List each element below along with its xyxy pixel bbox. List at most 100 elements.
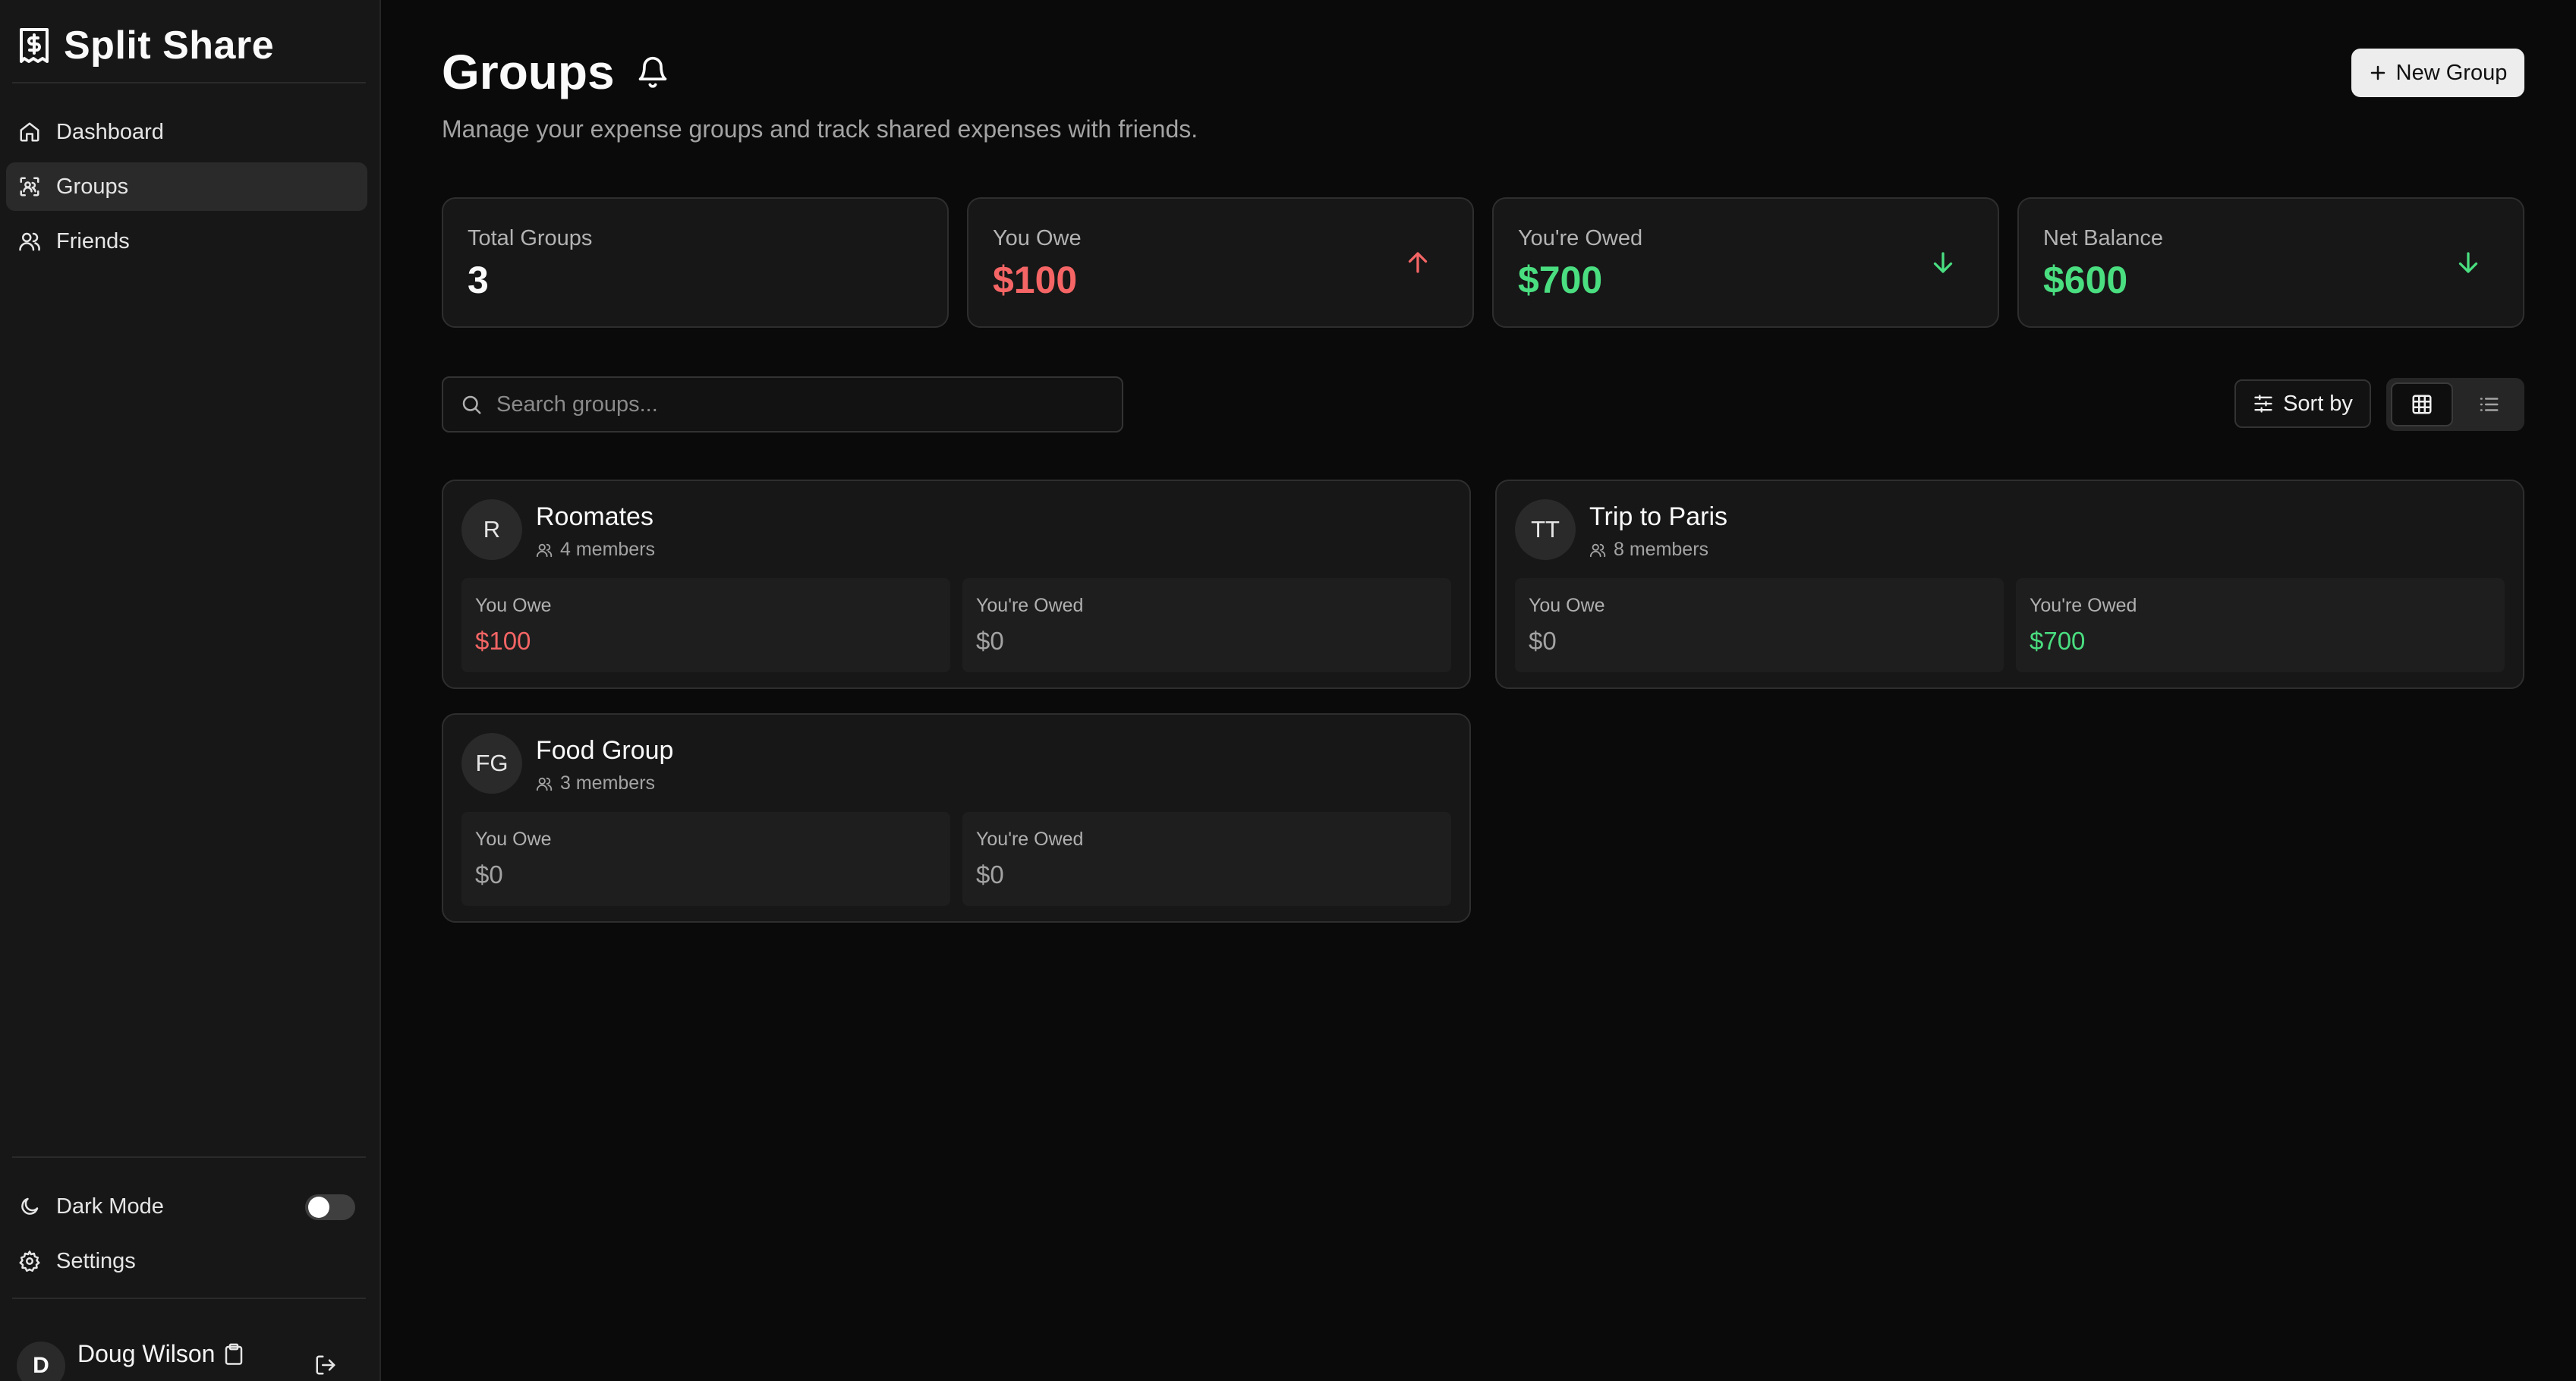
sliders-icon (2253, 393, 2274, 414)
youre-owed-value: $0 (976, 860, 1004, 889)
stat-card-net-balance: Net Balance $600 (2017, 197, 2524, 328)
page-title-row: Groups (442, 44, 669, 100)
sidebar-item-label: Dashboard (56, 119, 164, 144)
group-card-trip-to-paris[interactable]: TT Trip to Paris 8 members You Owe $0 Yo… (1495, 480, 2524, 689)
users-icon (536, 775, 553, 792)
moon-icon (18, 1195, 41, 1218)
sidebar-item-label: Friends (56, 228, 130, 253)
sidebar-item-friends[interactable]: Friends (6, 217, 367, 266)
group-name: Roomates (536, 502, 653, 531)
users-icon (18, 230, 41, 253)
user-name: Doug Wilson (77, 1340, 216, 1367)
sort-button[interactable]: Sort by (2234, 379, 2371, 428)
you-owe-box: You Owe $0 (461, 812, 950, 906)
youre-owed-label: You're Owed (976, 829, 1084, 850)
home-icon (18, 121, 41, 143)
sidebar-item-groups[interactable]: Groups (6, 162, 367, 211)
group-members: 4 members (536, 539, 655, 561)
stat-card-you-owe: You Owe $100 (967, 197, 1474, 328)
list-icon (2477, 393, 2500, 416)
stat-value: 3 (468, 259, 489, 301)
user-avatar[interactable]: D (17, 1342, 65, 1381)
new-group-label: New Group (2395, 60, 2508, 85)
stat-card-youre-owed: You're Owed $700 (1492, 197, 1999, 328)
you-owe-value: $100 (475, 627, 531, 655)
search-icon (460, 393, 483, 416)
page-subtitle: Manage your expense groups and track sha… (442, 115, 1198, 143)
stat-value: $100 (993, 259, 1078, 301)
member-count: 4 members (560, 539, 656, 560)
app-title: Split Share (64, 24, 275, 68)
app-root: Split Share Dashboard Groups Friends Dar… (0, 0, 2576, 1381)
you-owe-value: $0 (1529, 627, 1557, 655)
receipt-dollar-icon (18, 27, 50, 64)
stat-label: Net Balance (2043, 226, 2163, 250)
group-avatar: FG (461, 733, 522, 794)
sidebar-divider (12, 1156, 366, 1158)
youre-owed-label: You're Owed (2030, 595, 2137, 616)
group-name: Trip to Paris (1589, 502, 1728, 531)
toggle-knob (308, 1197, 329, 1218)
arrow-up-icon (1404, 249, 1431, 276)
you-owe-value: $0 (475, 860, 503, 889)
users-icon (536, 542, 553, 558)
groups-icon (18, 175, 41, 198)
grid-icon (2411, 393, 2433, 416)
youre-owed-box: You're Owed $700 (2016, 578, 2505, 672)
sidebar-item-dashboard[interactable]: Dashboard (6, 108, 367, 156)
youre-owed-box: You're Owed $0 (962, 812, 1451, 906)
sidebar-divider (12, 1298, 366, 1299)
stat-label: You're Owed (1518, 226, 1643, 250)
main-content: Groups Manage your expense groups and tr… (381, 0, 2576, 1381)
dark-mode-label: Dark Mode (56, 1194, 164, 1219)
list-view-button[interactable] (2458, 382, 2520, 426)
stat-label: You Owe (993, 226, 1082, 250)
group-members: 3 members (536, 772, 655, 794)
sidebar-item-settings[interactable]: Settings (6, 1237, 367, 1285)
arrow-down-icon (2455, 249, 2482, 276)
logout-icon[interactable] (314, 1354, 337, 1376)
stat-value: $600 (2043, 259, 2128, 301)
group-members: 8 members (1589, 539, 1708, 561)
user-name-row: Doug Wilson (77, 1340, 244, 1368)
you-owe-label: You Owe (475, 829, 552, 850)
you-owe-label: You Owe (475, 595, 552, 616)
member-count: 3 members (560, 772, 656, 794)
page-title: Groups (442, 45, 615, 99)
clipboard-icon[interactable] (224, 1343, 244, 1366)
grid-view-button[interactable] (2391, 382, 2453, 426)
search-box[interactable] (442, 376, 1123, 433)
arrow-down-icon (1929, 249, 1957, 276)
group-name: Food Group (536, 736, 674, 765)
stat-card-total-groups: Total Groups 3 (442, 197, 949, 328)
sidebar-divider (12, 82, 366, 83)
stat-value: $700 (1518, 259, 1603, 301)
stat-label: Total Groups (468, 226, 593, 250)
you-owe-box: You Owe $0 (1515, 578, 2004, 672)
view-toggle (2386, 378, 2524, 431)
brand[interactable]: Split Share (18, 23, 274, 68)
group-avatar: TT (1515, 499, 1576, 560)
group-avatar: R (461, 499, 522, 560)
dark-mode-toggle[interactable] (305, 1194, 355, 1220)
dark-mode-row[interactable]: Dark Mode (6, 1182, 294, 1231)
bell-icon[interactable] (636, 54, 669, 90)
youre-owed-value: $0 (976, 627, 1004, 655)
sidebar: Split Share Dashboard Groups Friends Dar… (0, 0, 381, 1381)
search-input[interactable] (496, 392, 1088, 417)
new-group-button[interactable]: New Group (2351, 49, 2524, 97)
sort-label: Sort by (2283, 391, 2353, 416)
you-owe-box: You Owe $100 (461, 578, 950, 672)
users-icon (1589, 542, 1606, 558)
member-count: 8 members (1614, 539, 1709, 560)
gear-icon (18, 1250, 41, 1272)
group-card-food-group[interactable]: FG Food Group 3 members You Owe $0 You'r… (442, 713, 1471, 923)
youre-owed-label: You're Owed (976, 595, 1084, 616)
you-owe-label: You Owe (1529, 595, 1605, 616)
sidebar-item-label: Groups (56, 174, 129, 199)
sidebar-item-label: Settings (56, 1248, 136, 1273)
youre-owed-value: $700 (2030, 627, 2086, 655)
youre-owed-box: You're Owed $0 (962, 578, 1451, 672)
group-card-roomates[interactable]: R Roomates 4 members You Owe $100 You're… (442, 480, 1471, 689)
plus-icon (2369, 64, 2387, 82)
